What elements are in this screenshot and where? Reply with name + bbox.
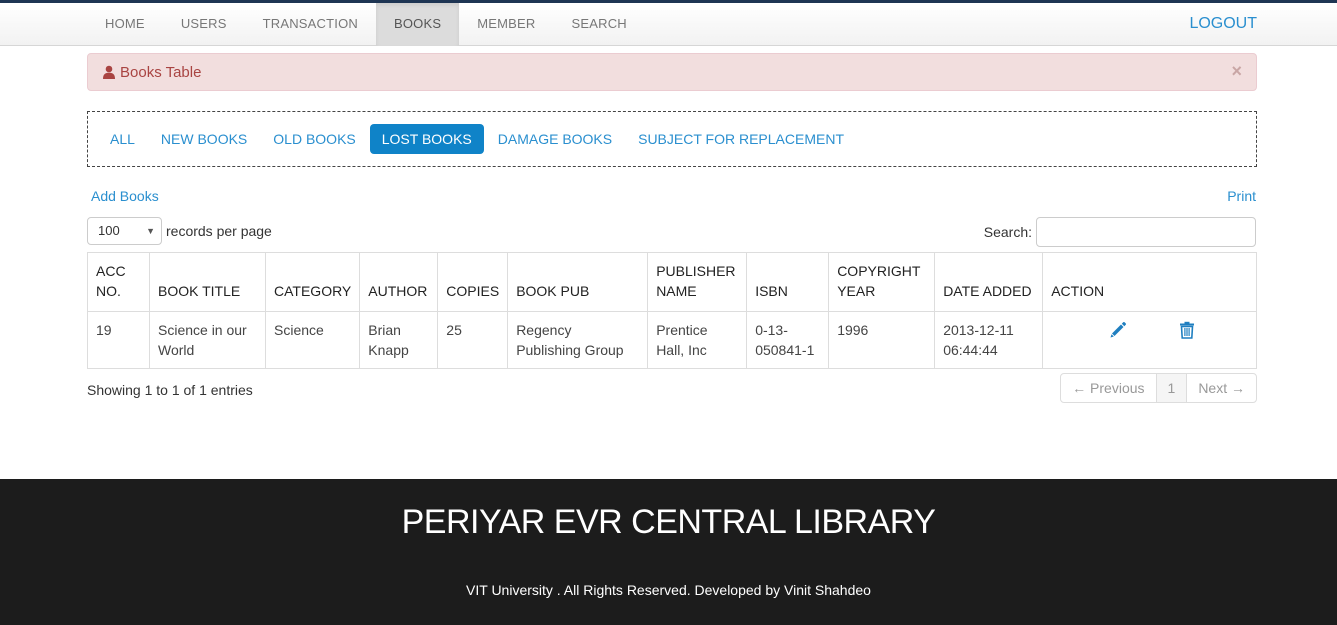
- chevron-down-icon: ▼: [146, 226, 155, 236]
- nav-transaction[interactable]: TRANSACTION: [245, 3, 376, 46]
- cell-book-title: Science in our World: [149, 311, 266, 369]
- cell-book-pub: Regency Publishing Group: [507, 311, 649, 369]
- close-icon[interactable]: ×: [1231, 61, 1242, 82]
- print-link[interactable]: Print: [1227, 188, 1256, 204]
- add-books-link[interactable]: Add Books: [91, 188, 159, 204]
- header-acc-no[interactable]: ACC NO.: [87, 252, 150, 312]
- nav-home[interactable]: HOME: [87, 3, 163, 46]
- books-table-alert: Books Table ×: [87, 53, 1257, 91]
- table-row: 19 Science in our World Science Brian Kn…: [87, 311, 1257, 369]
- alert-title: Books Table: [120, 63, 202, 81]
- logout-link[interactable]: LOGOUT: [1189, 3, 1257, 45]
- trash-icon[interactable]: [1179, 321, 1195, 339]
- footer-title: PERIYAR EVR CENTRAL LIBRARY: [401, 503, 936, 541]
- next-button[interactable]: Next →: [1186, 374, 1256, 402]
- cell-date-added: 2013-12-11 06:44:44: [934, 311, 1044, 369]
- cell-author: Brian Knapp: [359, 311, 439, 369]
- pagination: ← Previous 1 Next →: [1060, 373, 1257, 403]
- filter-new-books[interactable]: NEW BOOKS: [149, 124, 259, 154]
- filter-lost-books[interactable]: LOST BOOKS: [369, 124, 484, 154]
- main-nav: HOME USERS TRANSACTION BOOKS MEMBER SEAR…: [87, 3, 645, 46]
- footer: PERIYAR EVR CENTRAL LIBRARY VIT Universi…: [0, 479, 1337, 625]
- header-copyright-year[interactable]: COPYRIGHT YEAR: [828, 252, 936, 312]
- cell-copies: 25: [437, 311, 509, 369]
- previous-button[interactable]: ← Previous: [1061, 374, 1155, 402]
- header-category[interactable]: CATEGORY: [264, 252, 361, 312]
- filter-subject-for-replacement[interactable]: SUBJECT FOR REPLACEMENT: [626, 124, 856, 154]
- header-isbn[interactable]: ISBN: [746, 252, 830, 312]
- filter-box: ALL NEW BOOKS OLD BOOKS LOST BOOKS DAMAG…: [87, 111, 1257, 167]
- filter-pills: ALL NEW BOOKS OLD BOOKS LOST BOOKS DAMAG…: [88, 112, 1256, 166]
- cell-category: Science: [264, 311, 361, 369]
- table-search: Search:: [984, 217, 1256, 247]
- header-book-title[interactable]: BOOK TITLE: [149, 252, 266, 312]
- nav-books[interactable]: BOOKS: [375, 3, 460, 46]
- footer-copyright: VIT University . All Rights Reserved. De…: [466, 582, 871, 598]
- nav-member[interactable]: MEMBER: [459, 3, 553, 46]
- header-date-added[interactable]: DATE ADDED: [934, 252, 1044, 312]
- page-size-control: 100 ▼ records per page: [87, 217, 272, 245]
- cell-acc-no: 19: [87, 311, 150, 369]
- header-book-pub[interactable]: BOOK PUB: [507, 252, 649, 312]
- cell-action: [1042, 311, 1257, 369]
- pencil-icon[interactable]: [1109, 321, 1127, 339]
- filter-old-books[interactable]: OLD BOOKS: [261, 124, 367, 154]
- header-publisher-name[interactable]: PUBLISHER NAME: [647, 252, 748, 312]
- search-input[interactable]: [1036, 217, 1256, 247]
- filter-damage-books[interactable]: DAMAGE BOOKS: [486, 124, 624, 154]
- nav-users[interactable]: USERS: [163, 3, 245, 46]
- user-icon: [102, 65, 116, 79]
- page-size-value: 100: [98, 223, 120, 238]
- filter-all[interactable]: ALL: [98, 124, 147, 154]
- page-size-select[interactable]: 100 ▼: [87, 217, 162, 245]
- cell-isbn: 0-13-050841-1: [746, 311, 830, 369]
- page-1-button[interactable]: 1: [1155, 374, 1187, 402]
- nav-search[interactable]: SEARCH: [554, 3, 645, 46]
- table-info: Showing 1 to 1 of 1 entries: [87, 382, 253, 398]
- books-table: ACC NO. BOOK TITLE CATEGORY AUTHOR COPIE…: [87, 252, 1257, 369]
- header-copies[interactable]: COPIES: [437, 252, 509, 312]
- search-label: Search:: [983, 224, 1032, 240]
- header-author[interactable]: AUTHOR: [359, 252, 439, 312]
- cell-publisher-name: Prentice Hall, Inc: [647, 311, 748, 369]
- cell-copyright-year: 1996: [828, 311, 936, 369]
- table-header-row: ACC NO. BOOK TITLE CATEGORY AUTHOR COPIE…: [87, 252, 1257, 312]
- page-size-label: records per page: [166, 223, 272, 239]
- header-action: ACTION: [1042, 252, 1257, 312]
- navbar: HOME USERS TRANSACTION BOOKS MEMBER SEAR…: [0, 3, 1337, 46]
